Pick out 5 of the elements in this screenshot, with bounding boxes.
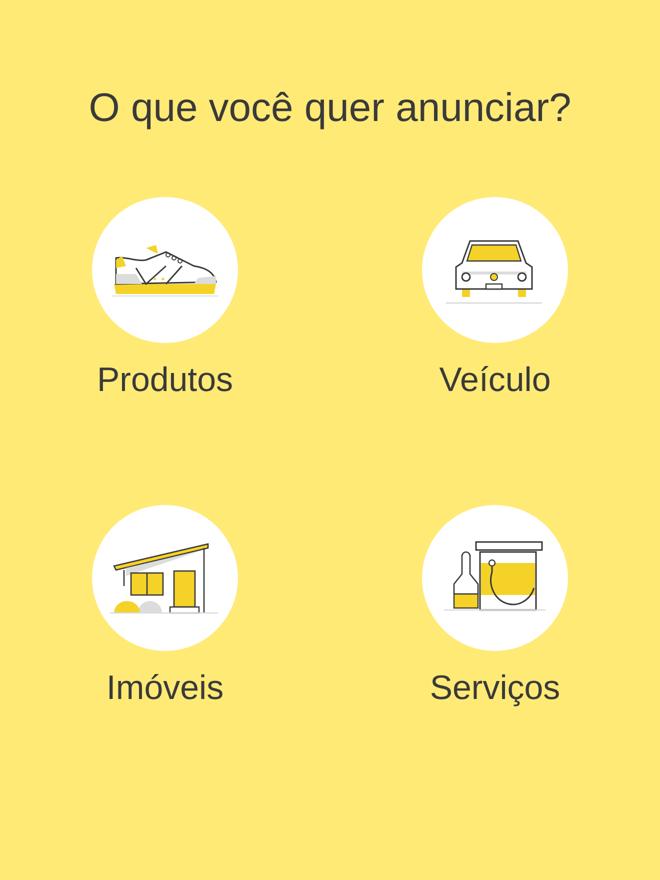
category-label: Produtos [96,360,234,401]
page-title: O que você quer anunciar? [88,85,572,132]
category-label: Veículo [439,360,551,401]
category-label: Imóveis [106,668,224,709]
category-label: Serviços [430,668,560,709]
